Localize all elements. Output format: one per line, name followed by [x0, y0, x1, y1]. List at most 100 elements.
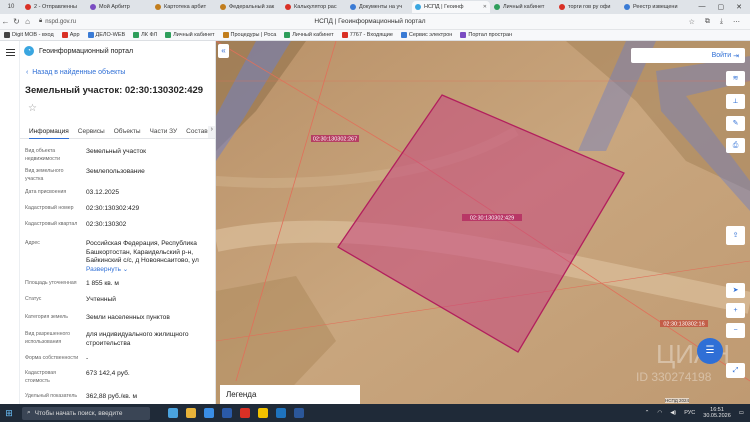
- mail-icon[interactable]: [222, 408, 232, 418]
- tab-favicon-icon: [624, 4, 630, 10]
- tab-1[interactable]: Сервисы: [78, 128, 105, 135]
- tab-favicon-icon: [494, 4, 500, 10]
- tab-label: торги гов ру офи: [568, 4, 611, 10]
- tab-3[interactable]: Части ЗУ: [150, 128, 178, 135]
- browser-tab[interactable]: Федеральный зак: [217, 1, 281, 13]
- tab-favicon-icon: [285, 4, 291, 10]
- bookmark-item[interactable]: Личный кабинет: [165, 32, 215, 38]
- info-value-text: 02:30:130302:429: [86, 205, 140, 212]
- bookmark-star-icon[interactable]: ☆: [689, 18, 695, 26]
- browser-tab[interactable]: Личный кабинет: [491, 1, 555, 13]
- bookmark-item[interactable]: Процедуры | Роса: [222, 32, 276, 38]
- browser-tab[interactable]: Картотека арбит: [152, 1, 216, 13]
- bookmark-item[interactable]: 7767 - Входящие: [341, 32, 393, 38]
- task-view-icon[interactable]: [168, 408, 178, 418]
- chat-icon[interactable]: ☰: [697, 338, 723, 364]
- language-indicator[interactable]: РУС: [684, 410, 695, 416]
- browser-tab[interactable]: Реестр извещени: [621, 1, 685, 13]
- windows-start-icon[interactable]: ⊞: [0, 408, 18, 419]
- bookmark-item[interactable]: Личный кабинет: [284, 32, 334, 38]
- expand-address-link[interactable]: Развернуть: [86, 266, 121, 273]
- map-canvas[interactable]: 02:30:130302:429 02:30:130302:267 02:30:…: [216, 41, 750, 404]
- maximize-icon[interactable]: ▢: [718, 3, 725, 11]
- info-value: 02:30:130302: [86, 221, 206, 230]
- download-icon[interactable]: ⤓: [720, 18, 723, 26]
- lock-icon: 🔒︎: [39, 18, 43, 24]
- bookmark-favicon-icon: [400, 32, 407, 38]
- home-icon[interactable]: ⌂: [22, 17, 33, 26]
- telegram-icon[interactable]: [276, 408, 286, 418]
- yandex-icon[interactable]: [258, 408, 268, 418]
- bookmark-item[interactable]: Портал простран: [460, 32, 512, 38]
- bookmark-label: Digit МОВ - вход: [12, 32, 54, 38]
- info-value: Земли населенных пунктов: [86, 314, 206, 323]
- tab-2[interactable]: Объекты: [114, 128, 141, 135]
- zoom-in-icon[interactable]: +: [726, 303, 745, 318]
- login-button[interactable]: Войти ⇥: [631, 48, 745, 63]
- bookmark-item[interactable]: ДЕЛО-WEB: [87, 32, 125, 38]
- ruler-icon[interactable]: ⟂: [726, 94, 745, 109]
- minimize-icon[interactable]: —: [699, 3, 706, 11]
- collapse-panel-button[interactable]: «: [218, 44, 229, 58]
- fullscreen-icon[interactable]: ⤢: [726, 363, 745, 378]
- tab-4[interactable]: Состав: [186, 128, 208, 135]
- bookmark-item[interactable]: Digit МОВ - вход: [4, 32, 54, 38]
- browser-tab[interactable]: Документы на уч: [347, 1, 411, 13]
- taskbar-search[interactable]: ⌕ Чтобы начать поиск, введите: [22, 406, 150, 420]
- zoom-out-icon[interactable]: −: [726, 323, 745, 338]
- word-icon[interactable]: [294, 408, 304, 418]
- browser-tab[interactable]: НСПД | Геоинф ✕: [412, 1, 490, 13]
- locate-icon[interactable]: ➤: [726, 283, 745, 298]
- bookmark-item[interactable]: Сервис электрон: [400, 32, 452, 38]
- tab-0[interactable]: Информация: [29, 128, 69, 139]
- share-icon[interactable]: ⇪: [726, 226, 745, 245]
- notifications-icon[interactable]: ▭: [739, 410, 744, 416]
- browser-tab[interactable]: Калькулятор рас: [282, 1, 346, 13]
- favorite-star-icon[interactable]: ☆: [28, 103, 37, 114]
- hamburger-menu-icon[interactable]: [6, 49, 15, 56]
- url-field[interactable]: 🔒︎ nspd.gov.ru: [39, 16, 117, 27]
- bookmark-item[interactable]: ЛК ФЛ: [133, 32, 157, 38]
- network-icon[interactable]: ◠: [657, 410, 662, 416]
- bookmark-item[interactable]: App: [61, 32, 80, 38]
- chevron-right-icon[interactable]: ›: [207, 125, 215, 138]
- info-value-text: Учтенный: [86, 296, 116, 303]
- browser-app-icon[interactable]: [240, 408, 250, 418]
- reload-icon[interactable]: ↻: [11, 17, 22, 26]
- tab-label: Картотека арбит: [164, 4, 207, 10]
- browser-tab[interactable]: торги гов ру офи: [556, 1, 620, 13]
- info-value: 362,88 руб./кв. м: [86, 393, 206, 402]
- bookmark-favicon-icon: [222, 32, 229, 38]
- chevron-left-icon: ‹: [26, 69, 29, 76]
- file-explorer-icon[interactable]: [186, 408, 196, 418]
- portal-name: Геоинформационный портал: [39, 47, 134, 55]
- info-label: Статус: [25, 296, 42, 302]
- layers-icon[interactable]: ≋: [726, 71, 745, 86]
- tab-count[interactable]: 10: [0, 4, 22, 10]
- object-tabs: Информация Сервисы Объекты Части ЗУ Состав ›: [20, 125, 215, 139]
- close-window-icon[interactable]: ✕: [736, 3, 742, 11]
- back-link-label: Назад в найденные объекты: [32, 69, 126, 76]
- back-icon[interactable]: ←: [0, 17, 11, 26]
- menu-icon[interactable]: ⋯: [733, 18, 740, 26]
- info-value-text: Земли населенных пунктов: [86, 314, 170, 321]
- extensions-icon[interactable]: ⧉: [705, 18, 710, 26]
- map-view[interactable]: 02:30:130302:429 02:30:130302:267 02:30:…: [216, 41, 750, 404]
- clock-date: 30.05.2026: [703, 413, 731, 419]
- browser-tab[interactable]: Мой Арбитр: [87, 1, 151, 13]
- clock[interactable]: 16:51 30.05.2026: [703, 407, 731, 420]
- tab-close-icon[interactable]: ✕: [483, 4, 487, 10]
- print-icon[interactable]: ⎙: [726, 138, 745, 153]
- chevron-down-icon: ⌄: [120, 265, 129, 273]
- draw-icon[interactable]: ✎: [726, 116, 745, 131]
- info-label: Адрес: [25, 240, 40, 246]
- back-to-results-link[interactable]: ‹ Назад в найденные объекты: [26, 69, 125, 76]
- edge-icon[interactable]: [204, 408, 214, 418]
- volume-icon[interactable]: ◀): [670, 410, 676, 416]
- legend-button[interactable]: Легенда: [220, 385, 360, 404]
- browser-tab[interactable]: 2 - Отправленны: [22, 1, 86, 13]
- portal-logo[interactable]: ◔ Геоинформационный портал: [24, 46, 133, 56]
- bookmark-label: 7767 - Входящие: [349, 32, 393, 38]
- tray-arrow-icon[interactable]: ⌃: [645, 410, 650, 416]
- object-title: Земельный участок: 02:30:130302:429: [25, 85, 204, 96]
